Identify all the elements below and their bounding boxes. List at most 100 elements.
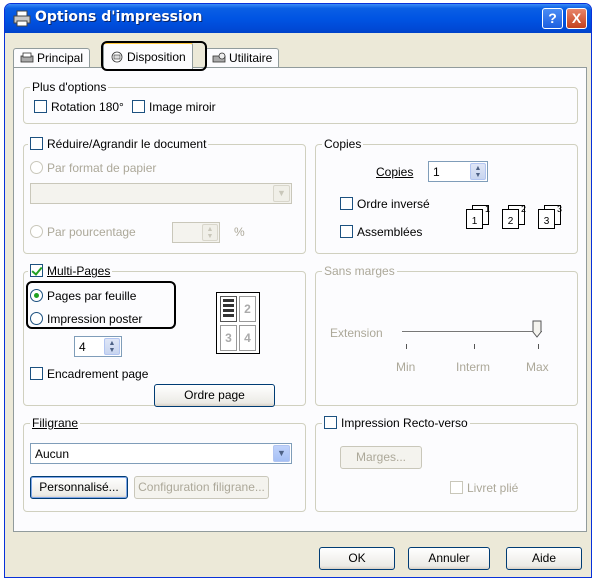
booklet-checkbox[interactable]: Livret plié [450, 481, 518, 495]
radio-circle [30, 225, 43, 238]
checkbox-box [132, 100, 145, 113]
chevron-down-icon: ▼ [273, 185, 290, 202]
watermark-group: Filigrane Aucun ▼ Personnalisé... Config… [23, 416, 306, 512]
copies-label: Copies [376, 165, 414, 179]
paper-size-select[interactable]: ▼ [30, 183, 292, 204]
by-paper-label: Par format de papier [47, 161, 157, 175]
tab-label: Principal [37, 51, 84, 65]
pages-count-stepper[interactable]: 4 ▲ ▼ [74, 336, 122, 357]
slider-thumb[interactable] [532, 320, 542, 338]
page-number: 3 [557, 204, 563, 214]
tab-label: Disposition [127, 50, 186, 64]
reduce-label: Réduire/Agrandir le document [47, 137, 207, 151]
checkbox-box [340, 197, 353, 210]
percent-stepper[interactable]: ▲ ▼ [172, 222, 220, 243]
checkbox-box [324, 416, 337, 429]
copies-value: 1 [433, 165, 440, 179]
multipages-label: Multi-Pages [47, 264, 111, 278]
mirror-label: Image miroir [149, 100, 216, 114]
stepper-arrows-icon: ▲ ▼ [202, 224, 218, 241]
slider-tick [538, 344, 539, 349]
slider-min-label: Min [396, 360, 416, 374]
page-number: 1 [485, 204, 491, 214]
mirror-checkbox[interactable]: Image miroir [132, 100, 216, 114]
collate-label: Assemblées [357, 225, 423, 239]
duplex-label: Impression Recto-verso [341, 416, 468, 430]
page-thumb-1-icon [220, 296, 237, 322]
page-thumb-number: 2 [239, 296, 256, 322]
collate-stack-1-icon: 1 1 [466, 204, 498, 231]
slider-tick [474, 344, 475, 349]
multipages-group: Multi-Pages Pages par feuille Impression… [23, 264, 306, 407]
tab-principal[interactable]: Principal [13, 48, 91, 68]
by-percent-label: Par pourcentage [47, 225, 136, 239]
watermark-legend: Filigrane [30, 416, 81, 430]
booklet-label: Livret plié [467, 481, 519, 495]
close-button[interactable]: X [566, 8, 587, 29]
by-paper-radio[interactable]: Par format de papier [30, 161, 156, 175]
more-options-group: Plus d'options Rotation 180° Image miroi… [23, 80, 578, 124]
slider-tick [406, 344, 407, 349]
checkbox-box [30, 137, 43, 150]
help-footer-button[interactable]: Aide [506, 547, 582, 570]
checkbox-box [30, 264, 43, 277]
copies-group: Copies Copies 1 ▲ ▼ Ordre inversé Assembl… [315, 137, 578, 254]
page-number: 2 [502, 209, 519, 229]
page-frame-label: Encadrement page [47, 367, 149, 381]
tab-utilitaire[interactable]: Utilitaire [205, 48, 280, 68]
layout-icon [111, 51, 123, 63]
page-thumb-number: 3 [220, 325, 237, 351]
page-frame-checkbox[interactable]: Encadrement page [30, 367, 148, 381]
page-thumb-number: 4 [239, 325, 256, 351]
reduce-checkbox[interactable]: Réduire/Agrandir le document [28, 137, 209, 151]
copies-legend: Copies [322, 137, 364, 151]
poster-print-label: Impression poster [47, 312, 143, 326]
radio-circle [30, 289, 43, 302]
window-title: Options d'impression [35, 9, 203, 25]
more-options-legend: Plus d'options [30, 80, 109, 94]
duplex-checkbox[interactable]: Impression Recto-verso [322, 416, 470, 430]
borderless-group: Sans marges Extension Min Interm Max [315, 264, 578, 406]
extension-label: Extension [330, 326, 383, 340]
collate-checkbox[interactable]: Assemblées [340, 225, 422, 239]
help-button[interactable]: ? [542, 8, 563, 29]
radio-circle [30, 312, 43, 325]
collate-stack-2-icon: 2 2 [502, 204, 534, 231]
multipage-preview: 2 3 4 [216, 292, 260, 354]
page-number: 3 [538, 209, 555, 229]
slider-mid-label: Interm [456, 360, 491, 374]
checkbox-box [450, 481, 463, 494]
copies-stepper[interactable]: 1 ▲ ▼ [428, 161, 488, 182]
utility-icon [212, 52, 226, 63]
page-order-button[interactable]: Ordre page [154, 384, 275, 407]
stepper-arrows-icon: ▲ ▼ [104, 338, 120, 355]
cancel-button[interactable]: Annuler [408, 547, 490, 570]
margins-button[interactable]: Marges... [340, 446, 422, 469]
borderless-legend: Sans marges [322, 264, 397, 278]
tab-label: Utilitaire [229, 51, 273, 65]
tab-disposition[interactable]: Disposition [103, 42, 193, 69]
slider-max-label: Max [526, 360, 549, 374]
page-number: 2 [521, 204, 527, 214]
rotation-checkbox[interactable]: Rotation 180° [34, 100, 124, 114]
ok-button[interactable]: OK [319, 547, 395, 570]
checkbox-box [34, 100, 47, 113]
by-percent-radio[interactable]: Par pourcentage [30, 225, 136, 239]
page-number: 1 [466, 209, 483, 229]
reverse-order-checkbox[interactable]: Ordre inversé [340, 197, 430, 211]
pages-count-value: 4 [79, 340, 86, 354]
watermark-select[interactable]: Aucun ▼ [30, 443, 292, 464]
customize-button[interactable]: Personnalisé... [30, 476, 128, 499]
rotation-label: Rotation 180° [51, 100, 124, 114]
printer-icon [13, 10, 31, 27]
pages-per-sheet-radio[interactable]: Pages par feuille [30, 289, 136, 303]
extension-slider[interactable] [402, 320, 542, 350]
multipages-checkbox[interactable]: Multi-Pages [28, 264, 113, 278]
watermark-config-button[interactable]: Configuration filigrane... [134, 476, 269, 499]
reverse-order-label: Ordre inversé [357, 197, 430, 211]
chevron-down-icon: ▼ [273, 445, 290, 462]
poster-print-radio[interactable]: Impression poster [30, 312, 142, 326]
title-bar[interactable]: Options d'impression ? X [5, 4, 591, 33]
pages-per-sheet-label: Pages par feuille [47, 289, 137, 303]
duplex-group: Impression Recto-verso Marges... Livret … [315, 416, 578, 512]
